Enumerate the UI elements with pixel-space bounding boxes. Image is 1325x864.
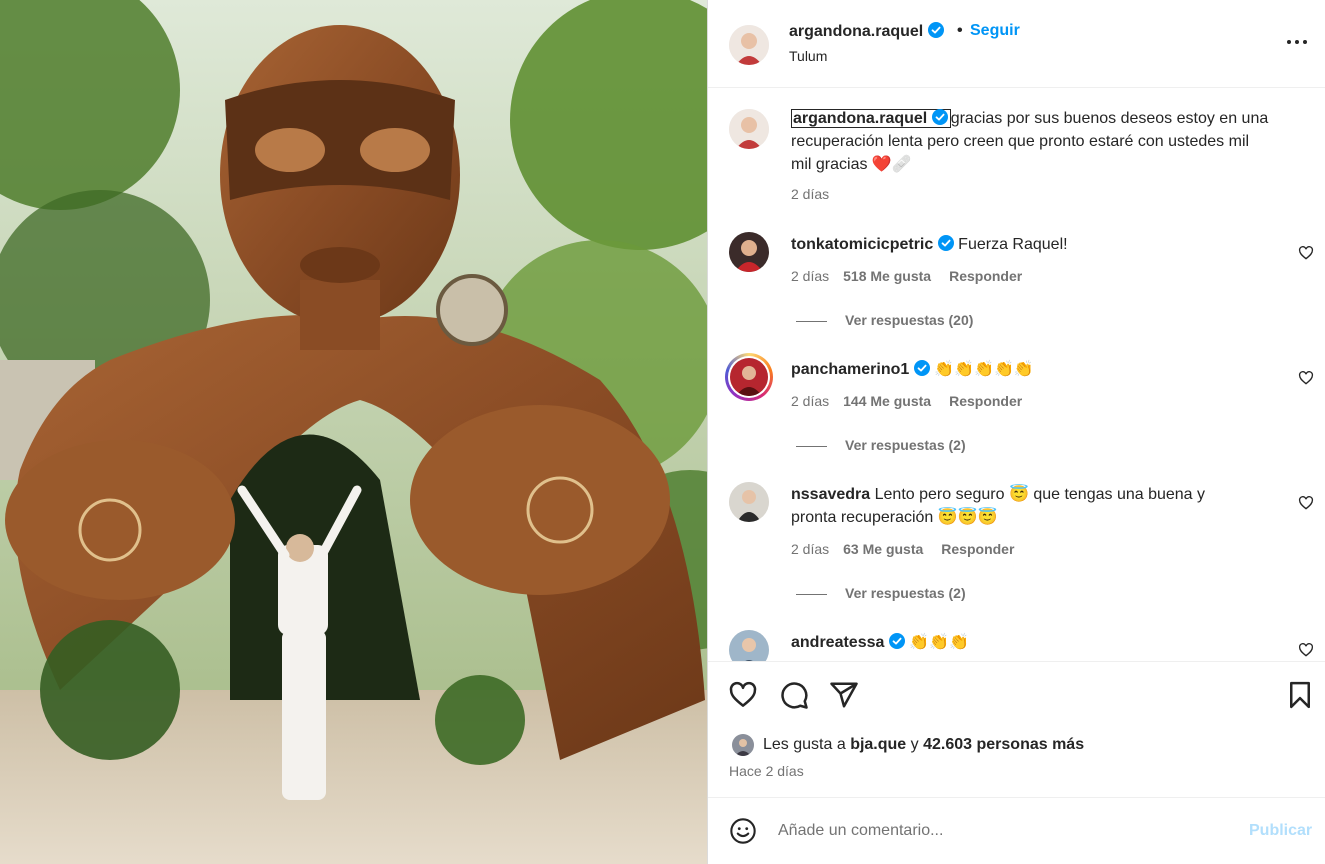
likes-summary: Les gusta a bja.que y 42.603 personas má… — [732, 734, 1084, 756]
replies-divider — [796, 445, 827, 447]
reply-button[interactable]: Responder — [941, 541, 1014, 557]
view-replies-button[interactable]: Ver respuestas (2) — [796, 437, 966, 453]
caption-time[interactable]: 2 días — [791, 186, 829, 202]
view-replies-button[interactable]: Ver respuestas (20) — [796, 312, 973, 328]
comment-username[interactable]: nssavedra — [791, 486, 870, 503]
liker-avatar[interactable] — [732, 734, 754, 756]
comment-like-heart-icon[interactable] — [1298, 370, 1314, 386]
comment-icon[interactable] — [779, 680, 809, 710]
reply-button[interactable]: Responder — [949, 393, 1022, 409]
comment-text: 👏👏👏👏👏 — [934, 361, 1034, 378]
comment-avatar[interactable] — [729, 630, 769, 661]
comment-username[interactable]: tonkatomicicpetric — [791, 236, 933, 253]
likes-connector: y — [910, 736, 919, 753]
post-details-panel: argandona.raquel • Seguir Tulum argandon… — [707, 0, 1325, 864]
bookmark-icon[interactable] — [1285, 680, 1315, 710]
comment-input[interactable] — [778, 818, 1238, 844]
post-actions: Les gusta a bja.que y 42.603 personas má… — [708, 661, 1325, 797]
comment-like-heart-icon[interactable] — [1298, 495, 1314, 511]
post-photo[interactable] — [0, 0, 707, 864]
publish-button[interactable]: Publicar — [1249, 822, 1312, 840]
verified-badge-icon — [888, 633, 905, 649]
comment-meta: 2 días 144 Me gusta Responder — [791, 393, 1022, 409]
header-separator: • — [957, 22, 963, 39]
caption-username[interactable]: argandona.raquel — [791, 109, 951, 128]
comment-text-block: andreatessa 👏👏👏 — [791, 631, 969, 654]
comment-username[interactable]: panchamerino1 — [791, 361, 909, 378]
comment-meta: 2 días 518 Me gusta Responder — [791, 268, 1022, 284]
verified-badge-icon — [927, 22, 944, 38]
likes-prefix: Les gusta a — [763, 736, 846, 753]
liker-username[interactable]: bja.que — [850, 736, 906, 754]
comment-like-heart-icon[interactable] — [1298, 642, 1314, 658]
comment-avatar[interactable] — [729, 482, 769, 522]
comment-like-heart-icon[interactable] — [1298, 245, 1314, 261]
caption-text-line3: mil gracias — [791, 156, 868, 173]
comments-list[interactable]: argandona.raquel gracias por sus buenos … — [708, 89, 1325, 661]
caption-emojis: ❤️🩹 — [871, 156, 912, 173]
comment-avatar-story-ring[interactable] — [725, 353, 773, 401]
comment-likes[interactable]: 518 Me gusta — [843, 268, 931, 284]
add-comment-bar: Publicar — [708, 797, 1325, 864]
post-timestamp[interactable]: Hace 2 días — [729, 763, 804, 779]
replies-divider — [796, 593, 827, 595]
heart-icon[interactable] — [728, 680, 758, 710]
comment-username[interactable]: andreatessa — [791, 634, 884, 651]
verified-badge-icon — [931, 109, 948, 125]
author-username-text[interactable]: argandona.raquel — [789, 23, 923, 40]
comment-text-block: nssavedra Lento pero seguro 😇 que tengas… — [791, 483, 1291, 529]
photo-illustration — [0, 0, 707, 864]
follow-button[interactable]: Seguir — [970, 22, 1020, 40]
author-avatar[interactable] — [729, 25, 769, 65]
comment-time[interactable]: 2 días — [791, 541, 829, 557]
comment-time[interactable]: 2 días — [791, 393, 829, 409]
caption-text-block: argandona.raquel gracias por sus buenos … — [791, 107, 1306, 176]
send-icon[interactable] — [829, 680, 859, 710]
post-location[interactable]: Tulum — [789, 48, 827, 64]
comment-text: Fuerza Raquel! — [958, 236, 1068, 253]
comment-meta: 2 días 63 Me gusta Responder — [791, 541, 1014, 557]
verified-badge-icon — [913, 360, 930, 376]
comment-avatar[interactable] — [729, 232, 769, 272]
comment-likes[interactable]: 63 Me gusta — [843, 541, 923, 557]
caption-author-avatar[interactable] — [729, 109, 769, 149]
post-header: argandona.raquel • Seguir Tulum — [708, 0, 1325, 88]
comment-text-line2: pronta recuperación 😇😇😇 — [791, 509, 998, 526]
replies-divider — [796, 320, 827, 322]
comment-text: 👏👏👏 — [909, 634, 970, 651]
emoji-smile-icon[interactable] — [729, 817, 757, 845]
caption-text: gracias por sus buenos deseos estoy en u… — [950, 110, 1269, 127]
author-username[interactable]: argandona.raquel — [789, 22, 944, 41]
likes-count[interactable]: 42.603 personas más — [923, 736, 1084, 754]
comment-time[interactable]: 2 días — [791, 268, 829, 284]
view-replies-button[interactable]: Ver respuestas (2) — [796, 585, 966, 601]
comment-likes[interactable]: 144 Me gusta — [843, 393, 931, 409]
comment-text-block: tonkatomicicpetric Fuerza Raquel! — [791, 233, 1068, 256]
more-horizontal-icon[interactable] — [1284, 32, 1310, 52]
verified-badge-icon — [937, 235, 954, 251]
comment-text-block: panchamerino1 👏👏👏👏👏 — [791, 358, 1034, 381]
reply-button[interactable]: Responder — [949, 268, 1022, 284]
caption-text-line2: recuperación lenta pero creen que pronto… — [791, 133, 1250, 150]
comment-text: Lento pero seguro 😇 que tengas una buena… — [874, 486, 1206, 503]
